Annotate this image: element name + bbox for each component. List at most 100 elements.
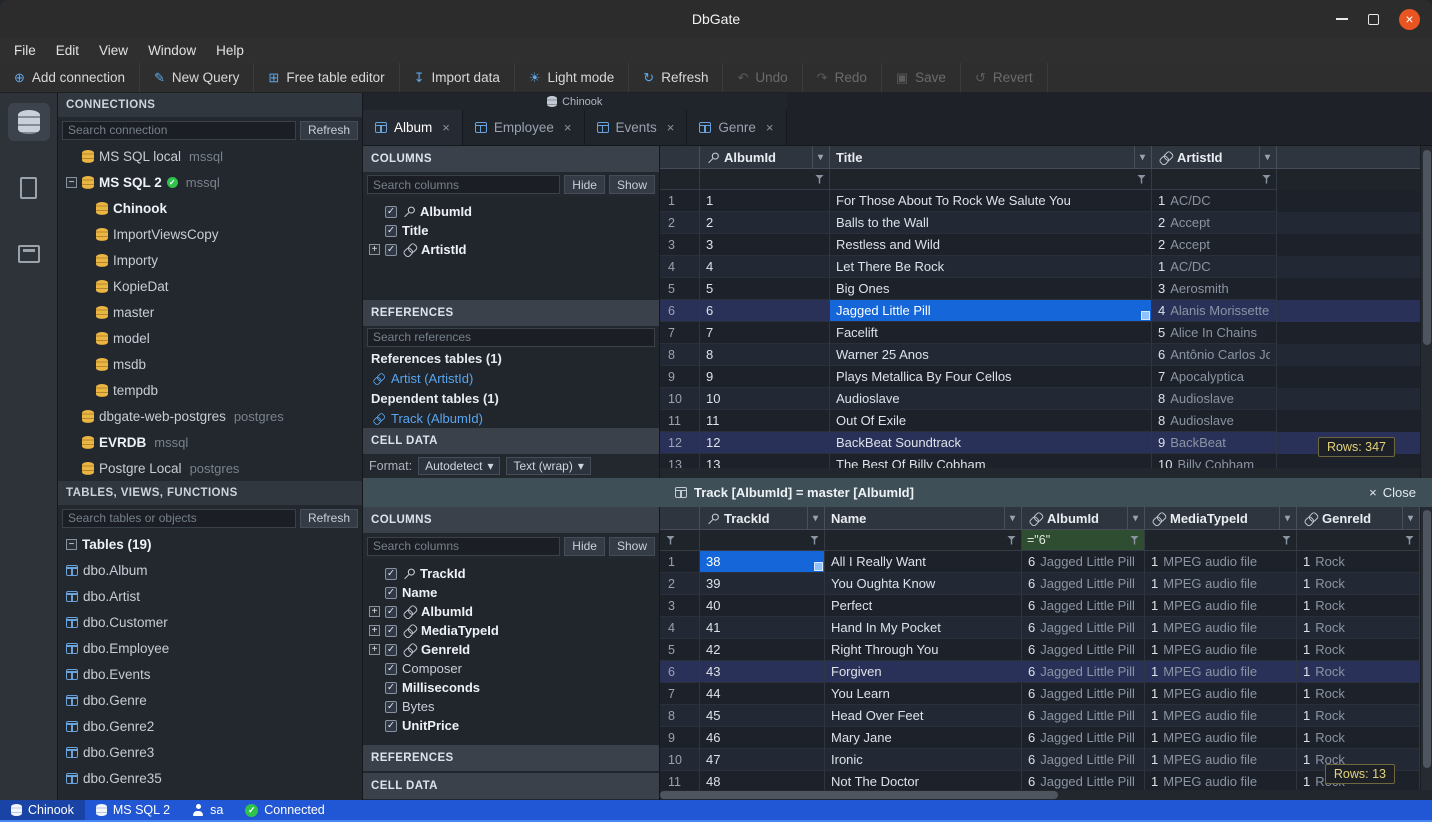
column-menu-icon[interactable]: ▾ xyxy=(1127,507,1138,529)
album-column-albumid[interactable]: ✓AlbumId xyxy=(363,202,659,221)
checkbox-icon[interactable]: ✓ xyxy=(385,606,397,618)
expand-icon[interactable]: + xyxy=(369,644,380,655)
cell-artistid[interactable]: 6Antônio Carlos Jobim xyxy=(1152,344,1277,366)
cell-artistid[interactable]: 7Apocalyptica xyxy=(1152,366,1277,388)
cell-albumid[interactable]: 13 xyxy=(700,454,830,468)
cell-trackid[interactable]: 45 xyxy=(700,705,825,727)
column-header-name[interactable]: Name▾ xyxy=(825,507,1022,529)
connection-item-ms-sql-local[interactable]: MS SQL localmssql xyxy=(58,143,362,169)
track-column-genreid[interactable]: +✓GenreId xyxy=(363,640,659,659)
close-icon[interactable]: × xyxy=(766,120,774,135)
format-wrap-select[interactable]: Text (wrap)▾ xyxy=(506,457,590,475)
album-row-11[interactable]: 1111Out Of Exile8Audioslave xyxy=(660,410,1432,432)
column-header-mediatypeid[interactable]: MediaTypeId▾ xyxy=(1145,507,1297,529)
show-columns-button[interactable]: Show xyxy=(609,537,655,556)
cell-name[interactable]: All I Really Want xyxy=(825,551,1022,573)
table-item-dbo-genre[interactable]: dbo.Genre xyxy=(58,687,362,713)
table-item-dbo-employee[interactable]: dbo.Employee xyxy=(58,635,362,661)
column-menu-icon[interactable]: ▾ xyxy=(1134,146,1145,168)
cell-name[interactable]: Ironic xyxy=(825,749,1022,771)
filter-input-artistid[interactable] xyxy=(1152,169,1277,190)
tab-events[interactable]: Events× xyxy=(585,110,688,145)
track-column-milliseconds[interactable]: ✓Milliseconds xyxy=(363,678,659,697)
column-menu-icon[interactable]: ▾ xyxy=(1259,146,1270,168)
toolbar-free-table-editor-button[interactable]: ⊞Free table editor xyxy=(254,63,399,92)
cell-albumid[interactable]: 6 xyxy=(700,300,830,322)
search-columns-input[interactable] xyxy=(367,175,560,194)
cell-albumid[interactable]: 6Jagged Little Pill xyxy=(1022,771,1145,790)
checkbox-icon[interactable]: ✓ xyxy=(385,663,397,675)
cell-title[interactable]: Jagged Little Pill xyxy=(830,300,1152,322)
cell-title[interactable]: Audioslave xyxy=(830,388,1152,410)
cell-name[interactable]: You Oughta Know xyxy=(825,573,1022,595)
cell-title[interactable]: Let There Be Rock xyxy=(830,256,1152,278)
toolbar-refresh-button[interactable]: ↻Refresh xyxy=(629,63,723,92)
search-columns-input[interactable] xyxy=(367,537,560,556)
cell-albumid[interactable]: 6Jagged Little Pill xyxy=(1022,683,1145,705)
cell-mediatypeid[interactable]: 1MPEG audio file xyxy=(1145,749,1297,771)
cell-title[interactable]: Facelift xyxy=(830,322,1152,344)
checkbox-icon[interactable]: ✓ xyxy=(385,720,397,732)
connection-item-kopiedat[interactable]: KopieDat xyxy=(58,273,362,299)
cell-name[interactable]: Not The Doctor xyxy=(825,771,1022,790)
track-column-mediatypeid[interactable]: +✓MediaTypeId xyxy=(363,621,659,640)
track-column-albumid[interactable]: +✓AlbumId xyxy=(363,602,659,621)
cell-trackid[interactable]: 42 xyxy=(700,639,825,661)
track-row-5[interactable]: 542Right Through You6Jagged Little Pill1… xyxy=(660,639,1432,661)
connection-item-chinook[interactable]: Chinook xyxy=(58,195,362,221)
checkbox-icon[interactable]: ✓ xyxy=(385,568,397,580)
album-row-2[interactable]: 22Balls to the Wall2Accept xyxy=(660,212,1432,234)
track-row-1[interactable]: 138All I Really Want6Jagged Little Pill1… xyxy=(660,551,1432,573)
cell-mediatypeid[interactable]: 1MPEG audio file xyxy=(1145,617,1297,639)
close-icon[interactable]: × xyxy=(442,120,450,135)
menu-edit[interactable]: Edit xyxy=(46,38,89,63)
cell-trackid[interactable]: 40 xyxy=(700,595,825,617)
track-row-9[interactable]: 946Mary Jane6Jagged Little Pill1MPEG aud… xyxy=(660,727,1432,749)
tab-genre[interactable]: Genre× xyxy=(687,110,786,145)
track-row-7[interactable]: 744You Learn6Jagged Little Pill1MPEG aud… xyxy=(660,683,1432,705)
checkbox-icon[interactable]: ✓ xyxy=(385,206,397,218)
cell-trackid[interactable]: 47 xyxy=(700,749,825,771)
album-column-artistid[interactable]: +✓ArtistId xyxy=(363,240,659,259)
checkbox-icon[interactable]: ✓ xyxy=(385,682,397,694)
connection-item-postgre-local[interactable]: Postgre Localpostgres xyxy=(58,455,362,481)
cell-albumid[interactable]: 4 xyxy=(700,256,830,278)
column-menu-icon[interactable]: ▾ xyxy=(1004,507,1015,529)
collapse-icon[interactable]: − xyxy=(66,539,77,550)
album-row-9[interactable]: 99Plays Metallica By Four Cellos7Apocaly… xyxy=(660,366,1432,388)
cell-name[interactable]: Forgiven xyxy=(825,661,1022,683)
cell-albumid[interactable]: 8 xyxy=(700,344,830,366)
album-row-10[interactable]: 1010Audioslave8Audioslave xyxy=(660,388,1432,410)
cell-mediatypeid[interactable]: 1MPEG audio file xyxy=(1145,771,1297,790)
cell-title[interactable]: Plays Metallica By Four Cellos xyxy=(830,366,1152,388)
cell-albumid[interactable]: 6Jagged Little Pill xyxy=(1022,573,1145,595)
cell-genreid[interactable]: 1Rock xyxy=(1297,573,1420,595)
track-row-3[interactable]: 340Perfect6Jagged Little Pill1MPEG audio… xyxy=(660,595,1432,617)
track-row-11[interactable]: 1148Not The Doctor6Jagged Little Pill1MP… xyxy=(660,771,1432,790)
album-row-3[interactable]: 33Restless and Wild2Accept xyxy=(660,234,1432,256)
track-column-unitprice[interactable]: ✓UnitPrice xyxy=(363,716,659,735)
cell-artistid[interactable]: 1AC/DC xyxy=(1152,256,1277,278)
tables-group[interactable]: −Tables (19) xyxy=(58,531,362,557)
checkbox-icon[interactable]: ✓ xyxy=(385,644,397,656)
filter-input-title[interactable] xyxy=(830,169,1152,190)
tab-album[interactable]: Album× xyxy=(363,110,463,145)
cell-albumid[interactable]: 6Jagged Little Pill xyxy=(1022,551,1145,573)
refresh-tables-button[interactable]: Refresh xyxy=(300,509,358,528)
hide-columns-button[interactable]: Hide xyxy=(564,537,605,556)
column-header-trackid[interactable]: TrackId▾ xyxy=(700,507,825,529)
format-select[interactable]: Autodetect▾ xyxy=(418,457,500,475)
cell-artistid[interactable]: 4Alanis Morissette xyxy=(1152,300,1277,322)
column-header-genreid[interactable]: GenreId▾ xyxy=(1297,507,1420,529)
column-menu-icon[interactable]: ▾ xyxy=(1402,507,1413,529)
table-item-dbo-genre2[interactable]: dbo.Genre2 xyxy=(58,713,362,739)
menu-view[interactable]: View xyxy=(89,38,138,63)
search-connection-input[interactable] xyxy=(62,121,296,140)
cell-artistid[interactable]: 10Billy Cobham xyxy=(1152,454,1277,468)
cell-albumid[interactable]: 5 xyxy=(700,278,830,300)
cell-albumid[interactable]: 3 xyxy=(700,234,830,256)
menu-file[interactable]: File xyxy=(4,38,46,63)
album-row-6[interactable]: 66Jagged Little Pill4Alanis Morissette xyxy=(660,300,1432,322)
connection-item-master[interactable]: master xyxy=(58,299,362,325)
album-row-4[interactable]: 44Let There Be Rock1AC/DC xyxy=(660,256,1432,278)
